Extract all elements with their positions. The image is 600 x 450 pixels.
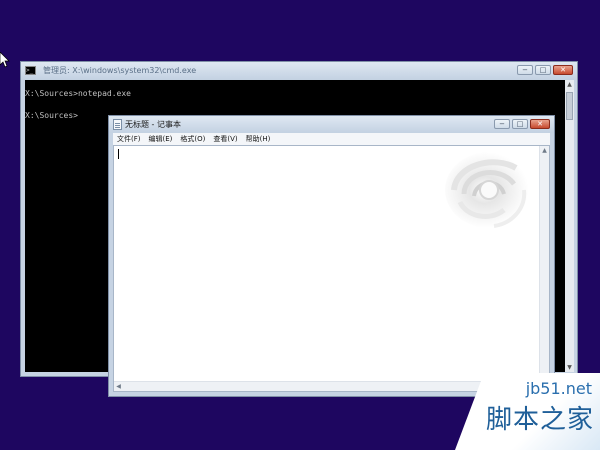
cmd-close-button[interactable]: ✕ (553, 65, 573, 75)
chevron-left-icon[interactable]: ◀ (114, 382, 123, 391)
cmd-line: X:\Sources> (25, 111, 78, 120)
notepad-text-area[interactable]: ▲ ▼ ◀ ▶ (113, 145, 550, 392)
notepad-vertical-scrollbar[interactable]: ▲ ▼ (539, 146, 549, 382)
chevron-down-icon[interactable]: ▼ (565, 363, 574, 372)
chevron-up-icon[interactable]: ▲ (565, 80, 574, 89)
cmd-minimize-button[interactable]: − (517, 65, 533, 75)
chevron-up-icon[interactable]: ▲ (540, 146, 549, 155)
notepad-horizontal-scrollbar[interactable]: ◀ ▶ (114, 381, 540, 391)
notepad-icon (113, 119, 122, 130)
menu-edit[interactable]: 编辑(E) (145, 133, 177, 145)
notepad-title: 无标题 - 记事本 (125, 120, 181, 129)
text-caret (118, 149, 119, 159)
swirl-decoration-icon (445, 152, 533, 228)
cmd-maximize-button[interactable]: □ (535, 65, 551, 75)
notepad-menubar: 文件(F) 编辑(E) 格式(O) 查看(V) 帮助(H) (113, 133, 550, 145)
watermark-brand: 脚本之家 (485, 405, 594, 435)
watermark-url: jb51.net (525, 379, 592, 398)
menu-view[interactable]: 查看(V) (209, 133, 241, 145)
notepad-window[interactable]: 无标题 - 记事本 − □ ✕ 文件(F) 编辑(E) 格式(O) 查看(V) … (108, 115, 555, 397)
notepad-titlebar[interactable]: 无标题 - 记事本 − □ ✕ (109, 116, 554, 133)
notepad-maximize-button[interactable]: □ (512, 119, 528, 129)
cmd-line: X:\Sources>notepad.exe (25, 89, 131, 98)
mouse-cursor-icon (0, 52, 10, 68)
notepad-minimize-button[interactable]: − (494, 119, 510, 129)
menu-help[interactable]: 帮助(H) (242, 133, 275, 145)
cmd-scroll-thumb[interactable] (566, 92, 573, 120)
cmd-title: 管理员: X:\windows\system32\cmd.exe (43, 66, 197, 75)
menu-file[interactable]: 文件(F) (113, 133, 145, 145)
cmd-icon: >_ (25, 66, 36, 75)
cmd-vertical-scrollbar[interactable]: ▲ ▼ (565, 80, 574, 372)
cmd-titlebar[interactable]: >_ 管理员: X:\windows\system32\cmd.exe − □ … (21, 62, 577, 80)
menu-format[interactable]: 格式(O) (176, 133, 209, 145)
notepad-close-button[interactable]: ✕ (530, 119, 550, 129)
